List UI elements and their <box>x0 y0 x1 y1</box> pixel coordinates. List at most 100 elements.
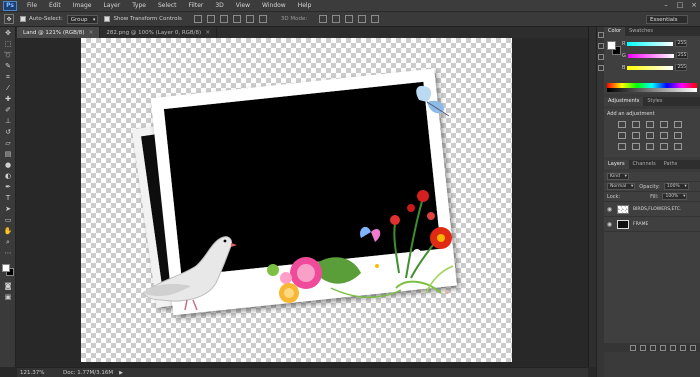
clone-stamp-tool-icon[interactable]: ⊥ <box>2 116 14 126</box>
path-select-tool-icon[interactable]: ➤ <box>2 204 14 214</box>
tab-land[interactable]: Land @ 121% (RGB/8) × <box>17 27 101 38</box>
close-tab-icon[interactable]: × <box>205 29 210 36</box>
tab-channels[interactable]: Channels <box>629 160 660 169</box>
quick-mask-icon[interactable]: ◙ <box>2 281 14 291</box>
red-slider[interactable] <box>627 41 674 46</box>
zoom-level[interactable]: 121.37% <box>17 369 44 376</box>
opacity-field[interactable]: 100% <box>663 183 689 190</box>
align-right-icon[interactable] <box>258 15 267 23</box>
exposure-icon[interactable] <box>660 121 668 128</box>
gradient-map-icon[interactable] <box>660 143 668 150</box>
auto-select-option[interactable]: Auto-Select: <box>20 16 63 22</box>
roll-3d-icon[interactable] <box>332 15 341 23</box>
menu-window[interactable]: Window <box>256 2 292 9</box>
visibility-eye-icon[interactable]: ◉ <box>606 206 613 213</box>
hue-saturation-icon[interactable] <box>618 132 626 139</box>
new-layer-icon[interactable] <box>680 344 686 351</box>
dodge-tool-icon[interactable]: ◐ <box>2 171 14 181</box>
close-icon[interactable]: × <box>690 1 698 9</box>
brightness-contrast-icon[interactable] <box>618 121 626 128</box>
blue-value[interactable]: 255 <box>675 64 688 71</box>
kind-filter-dropdown[interactable]: Kind <box>607 173 629 180</box>
tab-color[interactable]: Color <box>604 27 626 36</box>
hand-tool-icon[interactable]: ✋ <box>2 226 14 236</box>
pan-3d-icon[interactable] <box>345 15 354 23</box>
menu-help[interactable]: Help <box>292 2 318 9</box>
minimize-icon[interactable]: – <box>662 1 670 9</box>
vertical-scrollbar[interactable] <box>588 27 596 367</box>
new-group-icon[interactable] <box>670 344 676 351</box>
blend-mode-dropdown[interactable]: Normal <box>607 183 636 190</box>
gradient-tool-icon[interactable]: ▤ <box>2 149 14 159</box>
layer-row[interactable]: ◉ FRAME <box>604 217 700 232</box>
tab-swatches[interactable]: Swatches <box>625 27 657 36</box>
tab-adjustments[interactable]: Adjustments <box>604 97 644 106</box>
eraser-tool-icon[interactable]: ▱ <box>2 138 14 148</box>
visibility-eye-icon[interactable]: ◉ <box>606 221 613 228</box>
workspace-switcher[interactable]: Essentials <box>646 15 688 24</box>
marquee-tool-icon[interactable]: ⬚ <box>2 39 14 49</box>
levels-icon[interactable] <box>632 121 640 128</box>
type-tool-icon[interactable]: T <box>2 193 14 203</box>
menu-3d[interactable]: 3D <box>209 2 229 9</box>
move-tool-icon[interactable]: ✥ <box>2 28 14 38</box>
align-left-icon[interactable] <box>232 15 241 23</box>
menu-select[interactable]: Select <box>152 2 183 9</box>
menu-layer[interactable]: Layer <box>97 2 126 9</box>
align-middle-icon[interactable] <box>206 15 215 23</box>
tab-282-png[interactable]: 282.png @ 100% (Layer 0, RGB/8) × <box>100 27 218 38</box>
auto-select-dropdown[interactable]: Group <box>66 14 99 24</box>
layer-mask-icon[interactable] <box>650 344 656 351</box>
tab-styles[interactable]: Styles <box>643 97 666 106</box>
screen-mode-icon[interactable]: ▣ <box>2 292 14 302</box>
tab-paths[interactable]: Paths <box>660 160 682 169</box>
foreground-color-swatch[interactable] <box>2 264 10 272</box>
green-value[interactable]: 255 <box>675 52 688 59</box>
menu-filter[interactable]: Filter <box>183 2 210 9</box>
selective-color-icon[interactable] <box>674 143 682 150</box>
vibrance-icon[interactable] <box>674 121 682 128</box>
fill-field[interactable]: 100% <box>662 193 688 200</box>
black-white-icon[interactable] <box>646 132 654 139</box>
color-balance-icon[interactable] <box>632 132 640 139</box>
tab-layers[interactable]: Layers <box>604 160 629 169</box>
shape-tool-icon[interactable]: ▭ <box>2 215 14 225</box>
menu-file[interactable]: File <box>21 2 43 9</box>
panel-foreground-swatch[interactable] <box>607 41 616 50</box>
color-spectrum[interactable] <box>607 83 697 92</box>
link-layers-icon[interactable] <box>630 344 636 351</box>
brush-tool-icon[interactable]: ✐ <box>2 105 14 115</box>
slide-3d-icon[interactable] <box>358 15 367 23</box>
crop-tool-icon[interactable]: ⌗ <box>2 72 14 82</box>
transform-controls-checkbox[interactable] <box>104 16 111 22</box>
channel-mixer-icon[interactable] <box>674 132 682 139</box>
align-center-icon[interactable] <box>245 15 254 23</box>
history-brush-tool-icon[interactable]: ↺ <box>2 127 14 137</box>
delete-layer-icon[interactable] <box>690 344 696 351</box>
layer-style-icon[interactable] <box>640 344 646 351</box>
curves-icon[interactable] <box>646 121 654 128</box>
scale-3d-icon[interactable] <box>371 15 380 23</box>
align-top-icon[interactable] <box>193 15 202 23</box>
layer-row[interactable]: ◉ BIRDS,FLOWERS,ETC. <box>604 202 700 217</box>
threshold-icon[interactable] <box>646 143 654 150</box>
auto-select-checkbox[interactable] <box>20 16 26 22</box>
zoom-tool-icon[interactable]: ⌕ <box>2 237 14 247</box>
close-tab-icon[interactable]: × <box>88 29 93 36</box>
more-tools-icon[interactable]: ⋯ <box>2 248 14 258</box>
transform-controls-option[interactable]: Show Transform Controls <box>104 16 182 22</box>
green-slider[interactable] <box>627 53 674 58</box>
orbit-3d-icon[interactable] <box>319 15 328 23</box>
menu-edit[interactable]: Edit <box>43 2 67 9</box>
pen-tool-icon[interactable]: ✒ <box>2 182 14 192</box>
red-value[interactable]: 255 <box>675 40 688 47</box>
posterize-icon[interactable] <box>632 143 640 150</box>
invert-icon[interactable] <box>618 143 626 150</box>
blue-slider[interactable] <box>627 65 674 70</box>
blur-tool-icon[interactable]: ● <box>2 160 14 170</box>
menu-image[interactable]: Image <box>67 2 98 9</box>
canvas-area[interactable] <box>17 38 588 367</box>
menu-view[interactable]: View <box>230 2 256 9</box>
menu-type[interactable]: Type <box>126 2 152 9</box>
photo-filter-icon[interactable] <box>660 132 668 139</box>
